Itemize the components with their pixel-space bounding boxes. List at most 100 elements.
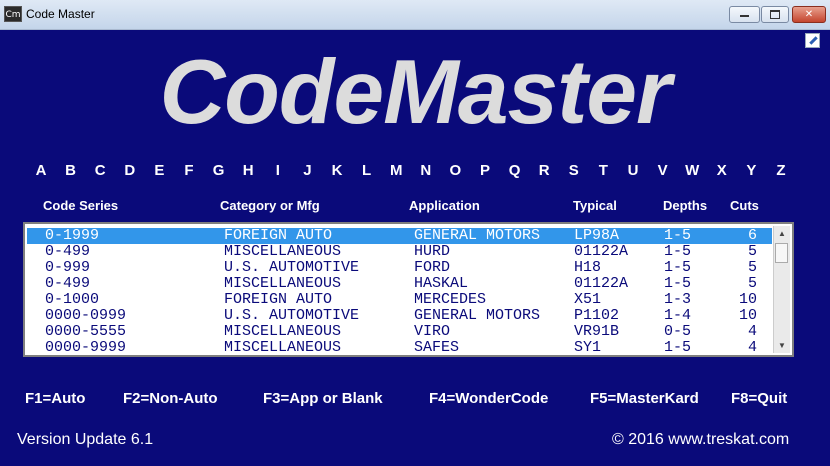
letter-a-button[interactable]: A [31, 162, 51, 179]
letter-index: ABCDEFGHIJKLMNOPQRSTUVWXYZ [31, 162, 791, 182]
table-row[interactable]: 0-999 U.S. AUTOMOTIVE FORD H18 1-5 5 [27, 260, 772, 276]
cell-category: FOREIGN AUTO [224, 291, 333, 308]
cell-depths: 1-5 [664, 275, 692, 292]
cell-application: MERCEDES [414, 291, 487, 308]
letter-e-button[interactable]: E [149, 162, 169, 179]
letter-i-button[interactable]: I [268, 162, 288, 179]
title-bar: Cm Code Master ✕ [0, 0, 830, 30]
app-logo: CodeMaster [159, 42, 672, 143]
letter-b-button[interactable]: B [61, 162, 81, 179]
version-text: Version Update 6.1 [17, 431, 154, 448]
column-header-application: Application [409, 198, 480, 213]
cell-depths: 1-5 [664, 227, 692, 244]
list-rows: 0-1999 FOREIGN AUTO GENERAL MOTORS LP98A 1-5… [27, 228, 772, 356]
cell-application: HURD [414, 243, 451, 260]
cell-code: 0000-0999 [45, 307, 127, 324]
cell-category: MISCELLANEOUS [224, 339, 342, 356]
maximize-button[interactable] [761, 6, 789, 23]
letter-t-button[interactable]: T [593, 162, 613, 179]
cell-depths: 1-5 [664, 259, 692, 276]
scroll-down-icon[interactable]: ▼ [774, 338, 790, 353]
cell-typical: X51 [574, 291, 602, 308]
cell-code: 0000-9999 [45, 339, 127, 356]
letter-q-button[interactable]: Q [505, 162, 525, 179]
minimize-button[interactable] [729, 6, 760, 23]
letter-w-button[interactable]: W [682, 162, 702, 179]
copyright-text: © 2016 www.treskat.com [612, 431, 790, 448]
cell-application: VIRO [414, 323, 451, 340]
letter-o-button[interactable]: O [445, 162, 465, 179]
letter-u-button[interactable]: U [623, 162, 643, 179]
cell-code: 0-999 [45, 259, 91, 276]
cell-typical: SY1 [574, 339, 602, 356]
letter-k-button[interactable]: K [327, 162, 347, 179]
cell-typical: P1102 [574, 307, 620, 324]
letter-c-button[interactable]: C [90, 162, 110, 179]
column-header-cuts: Cuts [730, 198, 759, 213]
cell-code: 0-499 [45, 243, 91, 260]
close-icon: ✕ [804, 9, 814, 20]
letter-f-button[interactable]: F [179, 162, 199, 179]
cell-code: 0-1000 [45, 291, 100, 308]
f2-non-auto-button[interactable]: F2=Non-Auto [123, 390, 218, 407]
table-row[interactable]: 0000-0999 U.S. AUTOMOTIVE GENERAL MOTORS P1… [27, 308, 772, 324]
minimize-icon [740, 15, 749, 17]
cell-cuts: 5 [747, 243, 757, 260]
cell-cuts: 10 [738, 291, 757, 308]
cell-cuts: 4 [747, 323, 757, 340]
letter-j-button[interactable]: J [297, 162, 317, 179]
cell-category: FOREIGN AUTO [224, 227, 333, 244]
f5-masterkard-button[interactable]: F5=MasterKard [590, 390, 699, 407]
letter-l-button[interactable]: L [357, 162, 377, 179]
letter-n-button[interactable]: N [416, 162, 436, 179]
letter-h-button[interactable]: H [238, 162, 258, 179]
cell-code: 0000-5555 [45, 323, 127, 340]
cell-category: MISCELLANEOUS [224, 243, 342, 260]
cell-cuts: 5 [747, 259, 757, 276]
column-header-code-series: Code Series [43, 198, 119, 213]
letter-s-button[interactable]: S [564, 162, 584, 179]
letter-g-button[interactable]: G [209, 162, 229, 179]
letter-m-button[interactable]: M [386, 162, 406, 179]
cell-application: GENERAL MOTORS [414, 227, 541, 244]
letter-d-button[interactable]: D [120, 162, 140, 179]
letter-p-button[interactable]: P [475, 162, 495, 179]
table-row[interactable]: 0-499 MISCELLANEOUS HASKAL 01122A 1-5 5 [27, 276, 772, 292]
letter-x-button[interactable]: X [712, 162, 732, 179]
table-row[interactable]: 0000-9999 MISCELLANEOUS SAFES SY1 1-5 4 [27, 340, 772, 356]
code-series-list[interactable]: 0-1999 FOREIGN AUTO GENERAL MOTORS LP98A 1-5… [23, 222, 794, 357]
letter-y-button[interactable]: Y [741, 162, 761, 179]
cell-cuts: 10 [738, 307, 757, 324]
cell-application: SAFES [414, 339, 460, 356]
close-button[interactable]: ✕ [792, 6, 826, 23]
table-row[interactable]: 0000-5555 MISCELLANEOUS VIRO VR91B 0-5 4 [27, 324, 772, 340]
f4-wondercode-button[interactable]: F4=WonderCode [429, 390, 548, 407]
app-icon: Cm [4, 6, 22, 22]
letter-z-button[interactable]: Z [771, 162, 791, 179]
f1-auto-button[interactable]: F1=Auto [25, 390, 85, 407]
cell-code: 0-1999 [45, 227, 100, 244]
cell-cuts: 6 [747, 227, 757, 244]
table-row[interactable]: 0-1999 FOREIGN AUTO GENERAL MOTORS LP98A 1-5… [27, 228, 772, 244]
cell-typical: LP98A [574, 227, 620, 244]
cell-depths: 1-5 [664, 339, 692, 356]
cell-typical: 01122A [574, 275, 629, 292]
table-row[interactable]: 0-1000 FOREIGN AUTO MERCEDES X51 1-3 10 [27, 292, 772, 308]
cell-category: U.S. AUTOMOTIVE [224, 307, 360, 324]
f3-app-or-blank-button[interactable]: F3=App or Blank [263, 390, 383, 407]
cell-cuts: 5 [747, 275, 757, 292]
cell-application: FORD [414, 259, 451, 276]
letter-r-button[interactable]: R [534, 162, 554, 179]
table-row[interactable]: 0-499 MISCELLANEOUS HURD 01122A 1-5 5 [27, 244, 772, 260]
f8-quit-button[interactable]: F8=Quit [731, 390, 787, 407]
cell-application: GENERAL MOTORS [414, 307, 541, 324]
scroll-thumb[interactable] [775, 243, 788, 263]
column-header-category: Category or Mfg [220, 198, 320, 213]
scroll-up-icon[interactable]: ▲ [774, 226, 790, 241]
vertical-scrollbar[interactable]: ▲ ▼ [773, 226, 790, 353]
cell-application: HASKAL [414, 275, 469, 292]
cell-typical: H18 [574, 259, 602, 276]
letter-v-button[interactable]: V [653, 162, 673, 179]
cell-depths: 1-4 [664, 307, 692, 324]
cell-category: U.S. AUTOMOTIVE [224, 259, 360, 276]
